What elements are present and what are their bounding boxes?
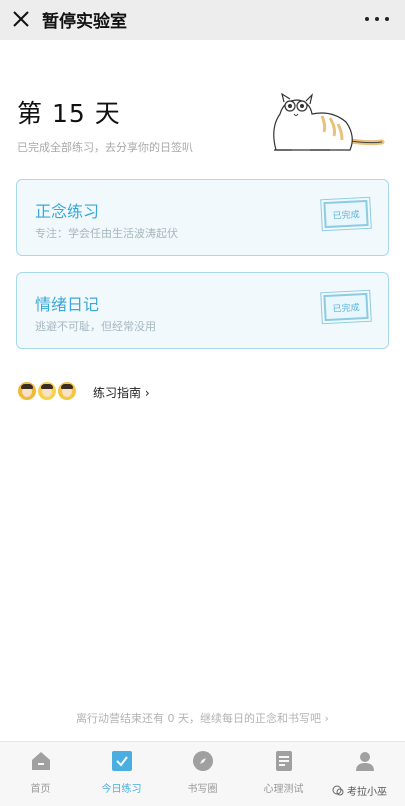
completed-stamp: 已完成 xyxy=(320,289,372,325)
practice-guide-link[interactable]: 练习指南 › xyxy=(93,384,150,401)
card-title: 正念练习 xyxy=(35,202,100,221)
card-subtitle: 逃避不可耻，但经常没用 xyxy=(35,320,156,333)
wechat-icon xyxy=(332,785,344,795)
cat-illustration xyxy=(273,92,385,151)
window-title: 暂停实验室 xyxy=(42,12,127,32)
tab-writing-circle[interactable]: 书写圈 xyxy=(162,742,243,806)
avatar xyxy=(16,380,38,402)
card-subtitle: 专注：学会任由生活波涛起伏 xyxy=(35,227,178,240)
mindfulness-practice-card[interactable]: 正念练习 专注：学会任由生活波涛起伏 已完成 xyxy=(16,179,389,256)
tab-label: 首页 xyxy=(30,784,51,795)
tab-home[interactable]: 首页 xyxy=(0,742,81,806)
guide-avatars xyxy=(16,380,78,402)
document-icon xyxy=(276,751,292,771)
close-icon[interactable] xyxy=(10,8,32,30)
watermark: 考拉小巫 xyxy=(332,783,387,798)
tab-psych-test[interactable]: 心理测试 xyxy=(243,742,324,806)
completed-stamp: 已完成 xyxy=(320,196,372,232)
check-square-icon xyxy=(112,751,132,771)
camp-end-notice[interactable]: 离行动营结束还有 0 天，继续每日的正念和书写吧 › xyxy=(0,710,405,726)
tab-label: 今日练习 xyxy=(101,784,142,795)
tab-label: 书写圈 xyxy=(187,784,218,795)
compass-icon xyxy=(193,751,213,771)
card-title: 情绪日记 xyxy=(35,295,100,314)
tab-label: 心理测试 xyxy=(263,784,304,795)
emotion-diary-card[interactable]: 情绪日记 逃避不可耻，但经常没用 已完成 xyxy=(16,272,389,349)
day-subtitle: 已完成全部练习，去分享你的日签叭 xyxy=(17,141,193,154)
person-icon xyxy=(356,752,374,771)
tab-today-practice[interactable]: 今日练习 xyxy=(81,742,162,806)
avatar xyxy=(56,380,78,402)
day-title: 第 15 天 xyxy=(17,99,121,128)
avatar xyxy=(36,380,58,402)
home-icon xyxy=(32,752,50,770)
title-bar: 暂停实验室 xyxy=(0,0,405,40)
watermark-text: 考拉小巫 xyxy=(347,787,387,798)
more-options-icon[interactable] xyxy=(365,8,389,30)
